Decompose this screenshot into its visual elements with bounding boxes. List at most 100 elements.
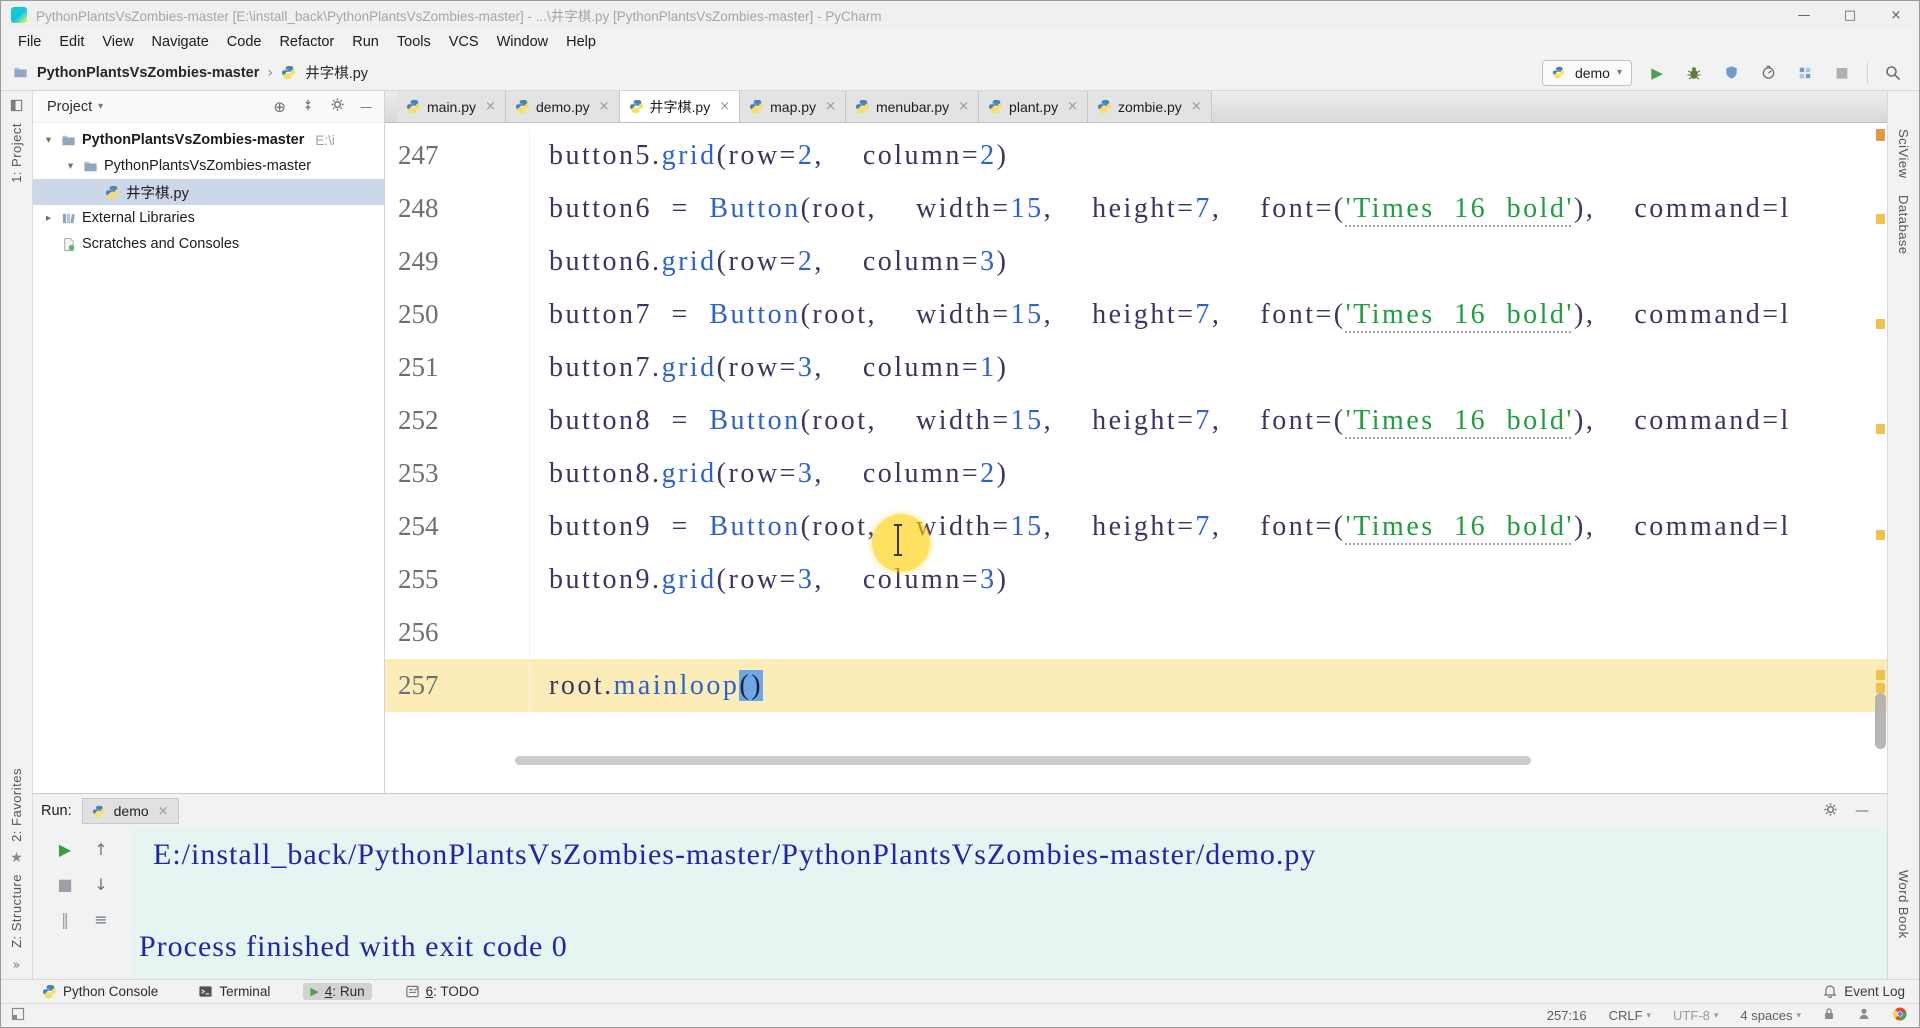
more-tool-windows-icon[interactable]: »	[13, 958, 21, 973]
rerun-button[interactable]: ▶	[47, 832, 83, 867]
vertical-scrollbar[interactable]	[1873, 123, 1887, 793]
gear-icon[interactable]	[330, 97, 345, 116]
menu-refactor[interactable]: Refactor	[270, 34, 343, 50]
caret-position[interactable]: 257:16	[1547, 1008, 1587, 1023]
editor-tab[interactable]: zombie.py ×	[1088, 91, 1212, 122]
tool-window-quick-access-icon[interactable]	[11, 1007, 25, 1024]
run-icon[interactable]: ▶	[1645, 61, 1669, 85]
code-line-257[interactable]: 257 root.mainloop()	[385, 659, 1887, 712]
warning-stripe-mark[interactable]	[1876, 319, 1885, 329]
code-line-247[interactable]: 247 button5.grid(row=2, column=2)	[385, 129, 1887, 182]
menu-edit[interactable]: Edit	[50, 34, 93, 50]
inspection-indicator[interactable]	[1876, 129, 1885, 141]
breadcrumb-project[interactable]: PythonPlantsVsZombies-master	[37, 65, 259, 81]
menu-code[interactable]: Code	[218, 34, 271, 50]
encoding-indicator[interactable]: UTF-8 ▾	[1673, 1008, 1718, 1023]
editor-tab[interactable]: plant.py ×	[979, 91, 1088, 122]
hide-panel-icon[interactable]: —	[360, 100, 372, 114]
horizontal-scrollbar[interactable]	[515, 756, 1531, 765]
restore-layout-button[interactable]: ≡	[83, 902, 119, 937]
stripe-structure-button[interactable]: Z: Structure	[9, 874, 24, 948]
warning-stripe-mark[interactable]	[1876, 424, 1885, 434]
editor-tab[interactable]: map.py ×	[740, 91, 846, 122]
project-panel-title[interactable]: Project	[47, 99, 92, 115]
code-line-253[interactable]: 253 button8.grid(row=3, column=2)	[385, 447, 1887, 500]
code-line-251[interactable]: 251 button7.grid(row=3, column=1)	[385, 341, 1887, 394]
menu-run[interactable]: Run	[343, 34, 388, 50]
scrollbar-thumb[interactable]	[1875, 693, 1886, 749]
run-configuration-select[interactable]: demo ▾	[1541, 59, 1632, 86]
run-settings-gear-icon[interactable]	[1819, 802, 1841, 820]
concurrency-icon[interactable]	[1793, 61, 1817, 85]
editor-tab[interactable]: menubar.py ×	[845, 91, 980, 122]
toolwindow-button-python-console[interactable]: Python Console	[35, 983, 165, 1000]
code-line-250[interactable]: 250 button7 = Button(root, width=15, heig…	[385, 288, 1887, 341]
breadcrumb-file[interactable]: 井字棋.py	[305, 62, 368, 83]
project-tool-icon[interactable]	[10, 99, 23, 117]
menu-vcs[interactable]: VCS	[440, 34, 488, 50]
code-editor[interactable]: 247 button5.grid(row=2, column=2) 248 butto…	[385, 123, 1887, 793]
project-tree-item[interactable]: ▾ PythonPlantsVsZombies-master E:\i	[33, 127, 384, 153]
coverage-icon[interactable]	[1719, 61, 1743, 85]
code-line-256[interactable]: 256	[385, 606, 1887, 659]
menu-navigate[interactable]: Navigate	[143, 34, 218, 50]
stripe-project-button[interactable]: 1: Project	[9, 123, 24, 183]
stripe-wordbook-button[interactable]: Word Book	[1896, 870, 1911, 939]
tab-close-icon[interactable]: ×	[158, 804, 169, 819]
menu-file[interactable]: File	[9, 34, 50, 50]
stop-icon[interactable]: ■	[1830, 61, 1854, 85]
search-everywhere-icon[interactable]	[1881, 61, 1905, 85]
stripe-database-button[interactable]: Database	[1896, 195, 1911, 255]
stack-up-button[interactable]: ↑	[83, 832, 119, 867]
lock-icon[interactable]	[1823, 1007, 1835, 1024]
code-line-255[interactable]: 255 button9.grid(row=3, column=3)	[385, 553, 1887, 606]
hide-run-panel-icon[interactable]: —	[1851, 803, 1873, 819]
warning-stripe-mark[interactable]	[1876, 670, 1885, 680]
debug-icon[interactable]	[1682, 61, 1706, 85]
stack-down-button[interactable]: ↓	[83, 867, 119, 902]
stripe-favorites-button[interactable]: 2: Favorites	[9, 768, 24, 842]
menu-window[interactable]: Window	[488, 34, 558, 50]
star-icon[interactable]: ★	[10, 850, 23, 866]
code-line-249[interactable]: 249 button6.grid(row=2, column=3)	[385, 235, 1887, 288]
code-line-252[interactable]: 252 button8 = Button(root, width=15, heig…	[385, 394, 1887, 447]
toolwindow-button-4-run[interactable]: ▶ 4: Run	[303, 983, 372, 1000]
project-tree-item[interactable]: ▾ PythonPlantsVsZombies-master	[33, 153, 384, 179]
editor-tab[interactable]: demo.py ×	[505, 91, 620, 122]
editor-tab[interactable]: main.py ×	[397, 91, 506, 122]
caret-down-icon[interactable]: ▾	[41, 134, 56, 146]
project-tree-item[interactable]: ▸ External Libraries	[33, 205, 384, 231]
event-log-button[interactable]: Event Log	[1823, 984, 1905, 999]
tab-close-icon[interactable]: ×	[958, 99, 969, 114]
pause-output-button[interactable]: ‖	[47, 902, 83, 937]
toolwindow-button-6-todo[interactable]: 6: TODO	[398, 983, 487, 1000]
profiler-icon[interactable]	[1756, 61, 1780, 85]
project-tree-item[interactable]: 井字棋.py	[33, 179, 384, 205]
run-tab-demo[interactable]: demo ×	[81, 798, 179, 824]
caret-right-icon[interactable]: ▸	[41, 212, 56, 224]
menu-tools[interactable]: Tools	[388, 34, 440, 50]
warning-stripe-mark[interactable]	[1876, 683, 1885, 693]
minimize-button[interactable]: —	[1781, 1, 1827, 29]
project-tree-item[interactable]: Scratches and Consoles	[33, 231, 384, 257]
stop-button[interactable]: ■	[47, 867, 83, 902]
highlighting-level-icon[interactable]	[1857, 1007, 1871, 1024]
browser-notification-icon[interactable]	[1893, 1007, 1907, 1024]
tab-close-icon[interactable]: ×	[719, 99, 730, 114]
tab-close-icon[interactable]: ×	[485, 99, 496, 114]
indent-indicator[interactable]: 4 spaces ▾	[1740, 1008, 1801, 1023]
tab-close-icon[interactable]: ×	[1067, 99, 1078, 114]
line-separator-indicator[interactable]: CRLF ▾	[1609, 1008, 1651, 1023]
warning-stripe-mark[interactable]	[1876, 530, 1885, 540]
tab-close-icon[interactable]: ×	[599, 99, 610, 114]
tab-close-icon[interactable]: ×	[825, 99, 836, 114]
caret-down-icon[interactable]: ▾	[63, 160, 78, 172]
toolwindow-button-terminal[interactable]: Terminal	[191, 983, 277, 1000]
tab-close-icon[interactable]: ×	[1191, 99, 1202, 114]
code-line-254[interactable]: 254 button9 = Button(root, width=15, heig…	[385, 500, 1887, 553]
warning-stripe-mark[interactable]	[1876, 214, 1885, 224]
stripe-sciview-button[interactable]: SciView	[1896, 129, 1911, 179]
close-button[interactable]: ×	[1873, 1, 1919, 29]
run-console[interactable]: E:/install_back/PythonPlantsVsZombies-ma…	[133, 828, 1887, 981]
menu-help[interactable]: Help	[557, 34, 605, 50]
